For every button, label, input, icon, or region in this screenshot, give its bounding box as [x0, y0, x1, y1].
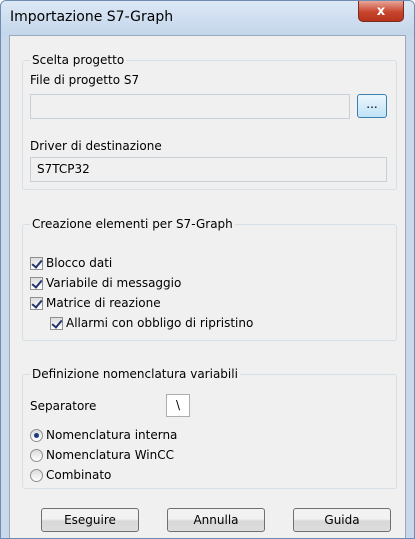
elements-group-legend: Creazione elementi per S7-Graph: [30, 217, 235, 231]
help-button[interactable]: Guida: [293, 508, 391, 532]
driver-field[interactable]: S7TCP32: [30, 157, 387, 182]
naming-group: Definizione nomenclatura variabili Separ…: [22, 367, 397, 489]
radio-label: Nomenclatura WinCC: [46, 448, 174, 462]
cancel-button[interactable]: Annulla: [167, 508, 265, 532]
separator-input[interactable]: \: [166, 394, 190, 417]
separator-label: Separatore: [30, 399, 97, 413]
import-dialog: Importazione S7-Graph x Scelta progetto …: [0, 0, 415, 539]
naming-group-legend: Definizione nomenclatura variabili: [30, 367, 240, 381]
checkbox-allarmi-ripristino[interactable]: Allarmi con obbligo di ripristino: [50, 315, 253, 331]
radio-label: Combinato: [46, 468, 112, 482]
radio-unselected-icon[interactable]: [30, 448, 43, 462]
radio-nomenclatura-wincc[interactable]: Nomenclatura WinCC: [30, 447, 174, 463]
project-file-label: File di progetto S7: [30, 73, 140, 87]
checkbox-label: Allarmi con obbligo di ripristino: [66, 316, 254, 330]
close-icon: x: [376, 3, 386, 19]
window-title: Importazione S7-Graph: [10, 9, 174, 25]
browse-button[interactable]: ...: [357, 94, 387, 118]
elements-group: Creazione elementi per S7-Graph Blocco d…: [22, 217, 397, 341]
title-bar: Importazione S7-Graph x: [1, 1, 414, 35]
project-group-legend: Scelta progetto: [30, 53, 127, 67]
radio-selected-icon[interactable]: [30, 428, 43, 442]
radio-label: Nomenclatura interna: [46, 428, 178, 442]
execute-button[interactable]: Eseguire: [41, 508, 139, 532]
radio-nomenclatura-interna[interactable]: Nomenclatura interna: [30, 427, 177, 443]
project-group: Scelta progetto File di progetto S7 ... …: [22, 53, 397, 190]
project-file-field[interactable]: [30, 94, 350, 119]
checkbox-variabile-messaggio[interactable]: Variabile di messaggio: [30, 275, 181, 291]
checkbox-label: Variabile di messaggio: [46, 276, 182, 290]
checkbox-checked-icon[interactable]: [30, 256, 43, 270]
checkbox-label: Matrice di reazione: [46, 296, 161, 310]
checkbox-checked-icon[interactable]: [50, 316, 63, 330]
checkbox-label: Blocco dati: [46, 256, 113, 270]
checkbox-checked-icon[interactable]: [30, 296, 43, 310]
checkbox-matrice-reazione[interactable]: Matrice di reazione: [30, 295, 161, 311]
checkbox-blocco-dati[interactable]: Blocco dati: [30, 255, 112, 271]
radio-combinato[interactable]: Combinato: [30, 467, 111, 483]
driver-label: Driver di destinazione: [30, 139, 162, 153]
radio-unselected-icon[interactable]: [30, 468, 43, 482]
checkbox-checked-icon[interactable]: [30, 276, 43, 290]
dialog-client-area: Scelta progetto File di progetto S7 ... …: [9, 35, 406, 538]
close-button[interactable]: x: [358, 1, 404, 22]
